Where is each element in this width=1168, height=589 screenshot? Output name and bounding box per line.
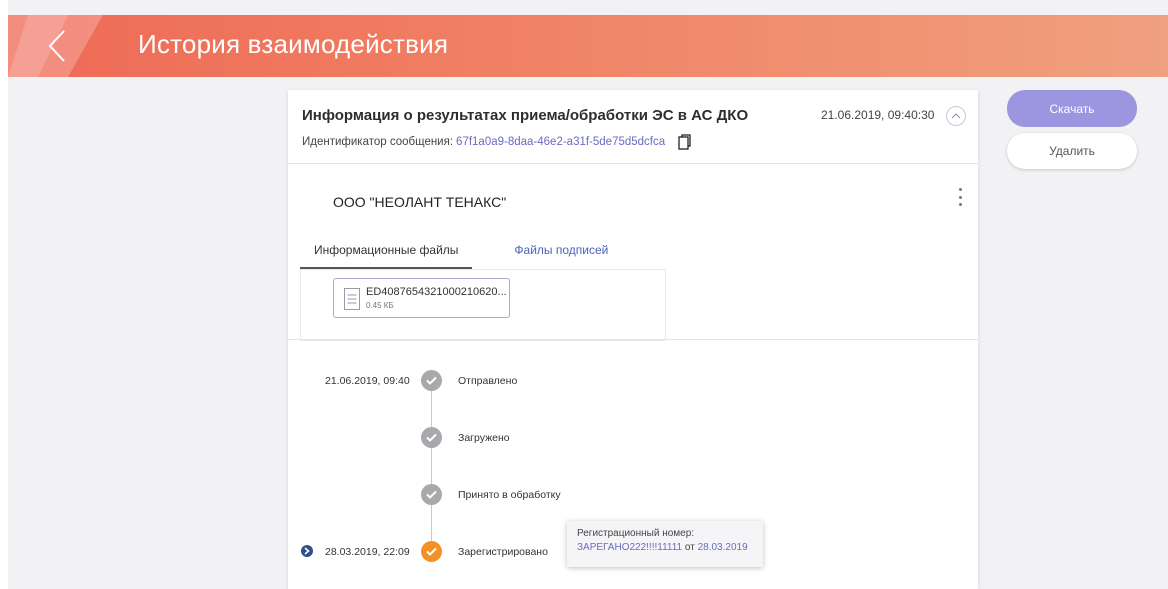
timeline-date: 28.03.2019, 22:09	[325, 546, 410, 558]
message-id-row: Идентификатор сообщения: 67f1a0a9-8daa-4…	[302, 134, 692, 150]
registration-label: Регистрационный номер:	[577, 528, 695, 539]
timeline-label: Отправлено	[458, 375, 518, 387]
tab-signature-files[interactable]: Файлы подписей	[472, 238, 622, 269]
files-panel: ED4087654321000210620... 0.45 КБ	[300, 269, 666, 341]
message-card-header: Информация о результатах приема/обработк…	[288, 90, 978, 164]
chevron-up-icon	[951, 113, 961, 119]
organization-section: ООО "НЕОЛАНТ ТЕНАКС" Информационные файл…	[288, 164, 978, 341]
check-icon	[421, 541, 442, 562]
check-icon	[421, 427, 442, 448]
page-title: История взаимодействия	[138, 29, 449, 59]
check-icon	[421, 484, 442, 505]
registration-value: ЗАРЕГАНО222!!!!11111 от 28.03.2019	[577, 541, 753, 555]
back-button[interactable]	[42, 27, 76, 65]
timeline-item: Загружено	[288, 427, 978, 449]
registration-date[interactable]: 28.03.2019	[698, 542, 748, 553]
chevron-left-icon	[48, 30, 65, 62]
message-title: Информация о результатах приема/обработк…	[302, 107, 749, 124]
timeline-item: 21.06.2019, 09:40 Отправлено	[288, 370, 978, 392]
timeline-item: 28.03.2019, 22:09 Зарегистрировано Регис…	[288, 521, 978, 567]
check-icon	[421, 370, 442, 391]
copy-icon[interactable]	[678, 134, 692, 150]
file-tabs: Информационные файлы Файлы подписей	[300, 238, 622, 269]
collapse-button[interactable]	[946, 106, 966, 126]
message-date: 21.06.2019, 09:40:30	[821, 108, 935, 122]
registration-from: от	[684, 542, 695, 553]
tab-info-files[interactable]: Информационные файлы	[300, 238, 473, 269]
registration-popup: Регистрационный номер: ЗАРЕГАНО222!!!!11…	[567, 521, 763, 567]
registration-number[interactable]: ЗАРЕГАНО222!!!!11111	[577, 542, 682, 553]
page-header: История взаимодействия	[8, 15, 1168, 77]
message-card: Информация о результатах приема/обработк…	[288, 90, 978, 589]
file-item[interactable]: ED4087654321000210620... 0.45 КБ	[333, 278, 510, 318]
more-menu-icon[interactable]	[953, 186, 967, 208]
file-size: 0.45 КБ	[366, 301, 394, 310]
timeline-item: Принято в обработку	[288, 484, 978, 506]
message-id-label: Идентификатор сообщения:	[302, 136, 454, 148]
document-icon	[344, 288, 360, 310]
file-name: ED4087654321000210620...	[366, 286, 507, 298]
expand-arrow-icon[interactable]	[301, 545, 313, 557]
download-button[interactable]: Скачать	[1007, 90, 1137, 127]
status-timeline: 21.06.2019, 09:40 Отправлено Загружено П…	[288, 340, 978, 589]
timeline-label: Загружено	[458, 432, 510, 444]
message-id-value[interactable]: 67f1a0a9-8daa-46e2-a31f-5de75d5dcfca	[456, 136, 665, 148]
timeline-label: Принято в обработку	[458, 489, 561, 501]
timeline-date: 21.06.2019, 09:40	[325, 375, 410, 387]
timeline-line	[431, 382, 432, 542]
delete-button[interactable]: Удалить	[1007, 133, 1137, 169]
timeline-label: Зарегистрировано	[458, 546, 548, 558]
organization-name: ООО "НЕОЛАНТ ТЕНАКС"	[333, 194, 507, 210]
